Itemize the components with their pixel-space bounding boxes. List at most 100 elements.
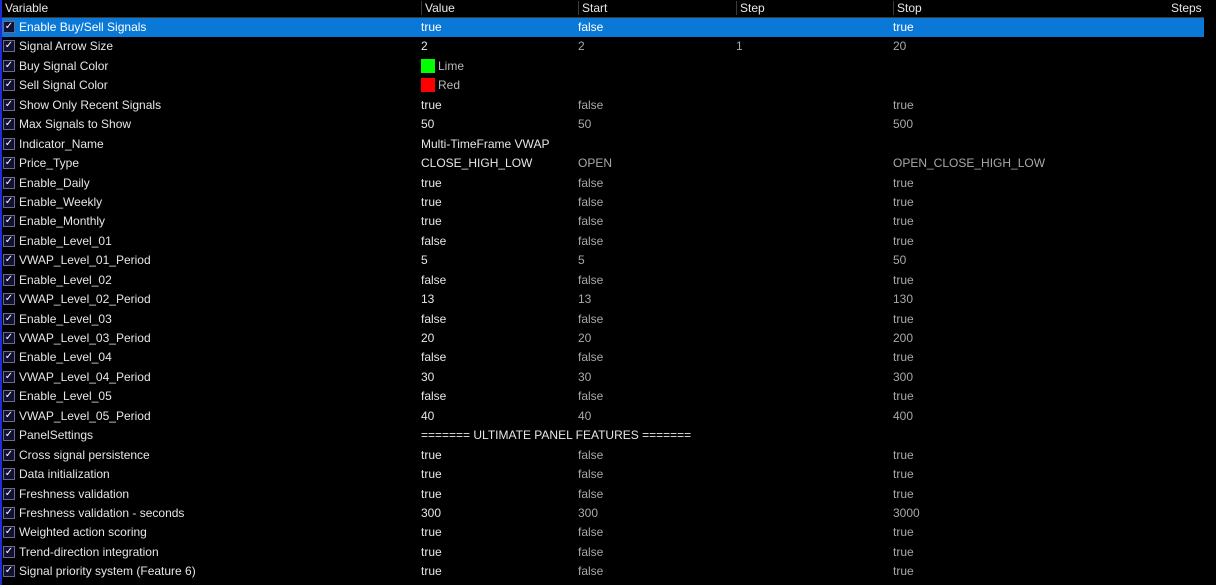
table-row[interactable]: ✓ Indicator_Name Multi-TimeFrame VWAP <box>2 135 1204 154</box>
cell-variable[interactable]: Trend-direction integration <box>19 543 159 562</box>
cell-stop[interactable]: true <box>893 562 914 581</box>
cell-start[interactable]: false <box>578 523 603 542</box>
cell-variable[interactable]: Enable_Level_02 <box>19 271 112 290</box>
cell-stop[interactable]: true <box>893 485 914 504</box>
cell-value[interactable]: Red <box>421 76 460 95</box>
table-row[interactable]: ✓ Enable_Weekly true false true <box>2 193 1204 212</box>
row-checkbox[interactable]: ✓ <box>3 506 15 519</box>
cell-stop[interactable]: 200 <box>893 329 913 348</box>
row-checkbox[interactable]: ✓ <box>3 176 15 189</box>
table-row[interactable]: ✓ Enable_Monthly true false true <box>2 212 1204 231</box>
cell-variable[interactable]: VWAP_Level_03_Period <box>19 329 151 348</box>
cell-variable[interactable]: Price_Type <box>19 154 79 173</box>
cell-variable[interactable]: Enable_Weekly <box>19 193 102 212</box>
cell-value[interactable]: true <box>421 543 442 562</box>
cell-value[interactable]: 300 <box>421 504 441 523</box>
cell-variable[interactable]: PanelSettings <box>19 426 93 445</box>
header-stop[interactable]: Stop <box>893 1 922 15</box>
row-checkbox[interactable]: ✓ <box>3 390 15 403</box>
row-checkbox[interactable]: ✓ <box>3 545 15 558</box>
cell-variable[interactable]: Signal priority system (Feature 6) <box>19 562 196 581</box>
cell-start[interactable]: false <box>578 212 603 231</box>
cell-variable[interactable]: Max Signals to Show <box>19 115 131 134</box>
table-row[interactable]: ✓ Data initialization true false true <box>2 465 1204 484</box>
row-checkbox[interactable]: ✓ <box>3 429 15 442</box>
row-checkbox[interactable]: ✓ <box>3 468 15 481</box>
cell-stop[interactable]: true <box>893 96 914 115</box>
cell-variable[interactable]: Enable_Monthly <box>19 212 105 231</box>
row-checkbox[interactable]: ✓ <box>3 351 15 364</box>
cell-stop[interactable]: true <box>893 18 914 37</box>
table-row[interactable]: ✓ Signal priority system (Feature 6) true f… <box>2 562 1204 581</box>
table-row[interactable]: ✓ Enable_Level_03 false false true <box>2 310 1204 329</box>
cell-value[interactable]: ======= ULTIMATE PANEL FEATURES ======= <box>421 426 691 445</box>
cell-value[interactable]: CLOSE_HIGH_LOW <box>421 154 532 173</box>
cell-stop[interactable]: true <box>893 174 914 193</box>
table-row[interactable]: ✓ VWAP_Level_01_Period 5 5 50 <box>2 251 1204 270</box>
cell-stop[interactable]: true <box>893 310 914 329</box>
cell-value[interactable]: 40 <box>421 407 434 426</box>
cell-variable[interactable]: VWAP_Level_02_Period <box>19 290 151 309</box>
cell-stop[interactable]: 300 <box>893 368 913 387</box>
cell-start[interactable]: 40 <box>578 407 591 426</box>
cell-start[interactable]: false <box>578 271 603 290</box>
row-checkbox[interactable]: ✓ <box>3 332 15 344</box>
row-checkbox[interactable]: ✓ <box>3 565 15 578</box>
cell-start[interactable]: false <box>578 193 603 212</box>
cell-value[interactable]: Multi-TimeFrame VWAP <box>421 135 549 154</box>
cell-value[interactable]: true <box>421 562 442 581</box>
cell-variable[interactable]: Buy Signal Color <box>19 57 108 76</box>
color-swatch[interactable] <box>421 58 435 73</box>
cell-step[interactable]: 1 <box>736 37 743 56</box>
table-row[interactable]: ✓ Freshness validation true false true <box>2 485 1204 504</box>
row-checkbox[interactable]: ✓ <box>3 409 15 422</box>
row-checkbox[interactable]: ✓ <box>3 118 15 131</box>
row-checkbox[interactable]: ✓ <box>3 195 15 208</box>
table-row[interactable]: ✓ Show Only Recent Signals true false true <box>2 96 1204 115</box>
cell-stop[interactable]: true <box>893 193 914 212</box>
cell-stop[interactable]: 20 <box>893 37 906 56</box>
cell-start[interactable]: 13 <box>578 290 591 309</box>
table-row[interactable]: ✓ Buy Signal Color Lime <box>2 57 1204 76</box>
cell-stop[interactable]: true <box>893 387 914 406</box>
table-row[interactable]: ✓ Enable_Level_02 false false true <box>2 271 1204 290</box>
cell-variable[interactable]: Enable_Level_05 <box>19 387 112 406</box>
row-checkbox[interactable]: ✓ <box>3 59 15 72</box>
header-start[interactable]: Start <box>578 1 607 15</box>
cell-stop[interactable]: true <box>893 465 914 484</box>
table-row[interactable]: ✓ VWAP_Level_02_Period 13 13 130 <box>2 290 1204 309</box>
cell-variable[interactable]: Freshness validation <box>19 485 129 504</box>
cell-stop[interactable]: OPEN_CLOSE_HIGH_LOW <box>893 154 1045 173</box>
cell-start[interactable]: false <box>578 387 603 406</box>
cell-stop[interactable]: true <box>893 523 914 542</box>
cell-variable[interactable]: Freshness validation - seconds <box>19 504 184 523</box>
row-checkbox[interactable]: ✓ <box>3 312 15 325</box>
cell-start[interactable]: false <box>578 485 603 504</box>
cell-start[interactable]: 20 <box>578 329 591 348</box>
cell-start[interactable]: false <box>578 465 603 484</box>
cell-stop[interactable]: true <box>893 232 914 251</box>
cell-variable[interactable]: Enable Buy/Sell Signals <box>19 18 146 37</box>
cell-stop[interactable]: true <box>893 348 914 367</box>
cell-value[interactable]: true <box>421 446 442 465</box>
cell-value[interactable]: true <box>421 465 442 484</box>
table-row[interactable]: ✓ Enable_Daily true false true <box>2 174 1204 193</box>
row-checkbox[interactable]: ✓ <box>3 293 15 306</box>
cell-start[interactable]: false <box>578 18 603 37</box>
table-row[interactable]: ✓ Sell Signal Color Red <box>2 76 1204 95</box>
cell-value[interactable]: 13 <box>421 290 434 309</box>
cell-value[interactable]: 5 <box>421 251 428 270</box>
table-row[interactable]: ✓ Weighted action scoring true false true <box>2 523 1204 542</box>
cell-value[interactable]: true <box>421 212 442 231</box>
cell-start[interactable]: 50 <box>578 115 591 134</box>
cell-variable[interactable]: Cross signal persistence <box>19 446 150 465</box>
table-row[interactable]: ✓ VWAP_Level_03_Period 20 20 200 <box>2 329 1204 348</box>
table-row[interactable]: ✓ PanelSettings ======= ULTIMATE PANEL FEA… <box>2 426 1204 445</box>
cell-value[interactable]: true <box>421 96 442 115</box>
row-checkbox[interactable]: ✓ <box>3 254 15 267</box>
row-checkbox[interactable]: ✓ <box>3 487 15 500</box>
table-row[interactable]: ✓ Trend-direction integration true false tru… <box>2 543 1204 562</box>
row-checkbox[interactable]: ✓ <box>3 79 15 92</box>
cell-start[interactable]: false <box>578 446 603 465</box>
cell-start[interactable]: 30 <box>578 368 591 387</box>
